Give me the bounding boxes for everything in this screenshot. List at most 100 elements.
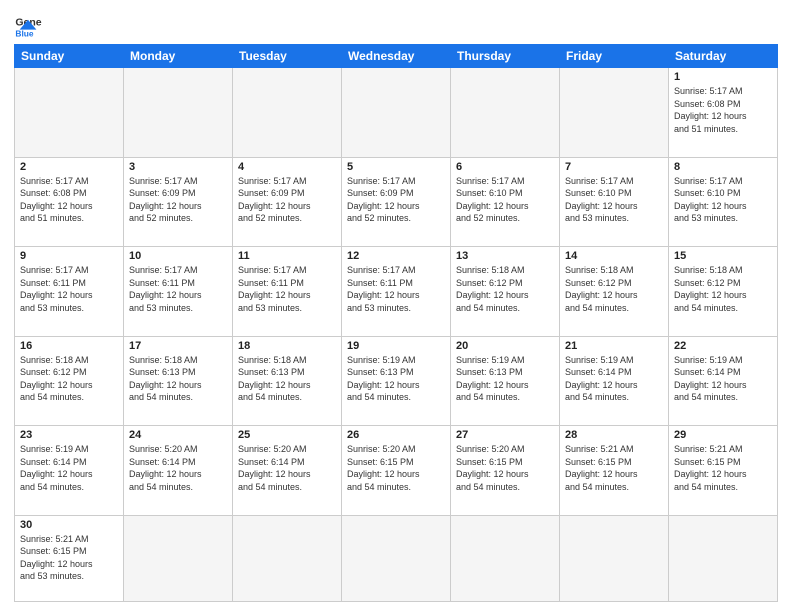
header-friday: Friday bbox=[560, 45, 669, 68]
day-info: Sunrise: 5:21 AM Sunset: 6:15 PM Dayligh… bbox=[565, 443, 663, 493]
calendar-cell: 16 Sunrise: 5:18 AM Sunset: 6:12 PM Dayli… bbox=[15, 336, 124, 426]
day-info: Sunrise: 5:19 AM Sunset: 6:14 PM Dayligh… bbox=[20, 443, 118, 493]
day-info: Sunrise: 5:17 AM Sunset: 6:08 PM Dayligh… bbox=[674, 85, 772, 135]
day-number: 14 bbox=[565, 250, 663, 262]
day-info: Sunrise: 5:18 AM Sunset: 6:12 PM Dayligh… bbox=[20, 354, 118, 404]
day-info: Sunrise: 5:17 AM Sunset: 6:11 PM Dayligh… bbox=[129, 264, 227, 314]
day-number: 30 bbox=[20, 519, 118, 531]
svg-text:Blue: Blue bbox=[15, 29, 33, 38]
calendar-cell: 5Sunrise: 5:17 AM Sunset: 6:09 PM Daylig… bbox=[342, 157, 451, 247]
calendar-cell: 11 Sunrise: 5:17 AM Sunset: 6:11 PM Dayli… bbox=[233, 247, 342, 337]
calendar-cell bbox=[342, 68, 451, 158]
day-info: Sunrise: 5:17 AM Sunset: 6:08 PM Dayligh… bbox=[20, 175, 118, 225]
day-number: 1 bbox=[674, 71, 772, 83]
calendar-cell: 25 Sunrise: 5:20 AM Sunset: 6:14 PM Dayli… bbox=[233, 426, 342, 516]
day-info: Sunrise: 5:18 AM Sunset: 6:13 PM Dayligh… bbox=[129, 354, 227, 404]
day-number: 28 bbox=[565, 429, 663, 441]
day-info: Sunrise: 5:17 AM Sunset: 6:11 PM Dayligh… bbox=[238, 264, 336, 314]
calendar-cell: 4Sunrise: 5:17 AM Sunset: 6:09 PM Daylig… bbox=[233, 157, 342, 247]
calendar-cell bbox=[233, 515, 342, 601]
day-info: Sunrise: 5:20 AM Sunset: 6:15 PM Dayligh… bbox=[347, 443, 445, 493]
day-info: Sunrise: 5:17 AM Sunset: 6:11 PM Dayligh… bbox=[20, 264, 118, 314]
calendar-cell bbox=[560, 515, 669, 601]
day-number: 4 bbox=[238, 161, 336, 173]
calendar-cell: 7 Sunrise: 5:17 AM Sunset: 6:10 PM Daylig… bbox=[560, 157, 669, 247]
day-info: Sunrise: 5:20 AM Sunset: 6:14 PM Dayligh… bbox=[238, 443, 336, 493]
calendar-cell: 2Sunrise: 5:17 AM Sunset: 6:08 PM Daylig… bbox=[15, 157, 124, 247]
calendar-cell: 20 Sunrise: 5:19 AM Sunset: 6:13 PM Dayli… bbox=[451, 336, 560, 426]
day-number: 29 bbox=[674, 429, 772, 441]
calendar-cell: 24Sunrise: 5:20 AM Sunset: 6:14 PM Dayli… bbox=[124, 426, 233, 516]
calendar-cell bbox=[669, 515, 778, 601]
day-number: 16 bbox=[20, 340, 118, 352]
day-number: 23 bbox=[20, 429, 118, 441]
calendar-cell bbox=[451, 515, 560, 601]
calendar-cell: 28 Sunrise: 5:21 AM Sunset: 6:15 PM Dayli… bbox=[560, 426, 669, 516]
header-monday: Monday bbox=[124, 45, 233, 68]
day-number: 15 bbox=[674, 250, 772, 262]
calendar-cell bbox=[124, 515, 233, 601]
day-number: 12 bbox=[347, 250, 445, 262]
calendar-table: Sunday Monday Tuesday Wednesday Thursday… bbox=[14, 44, 778, 602]
day-info: Sunrise: 5:17 AM Sunset: 6:11 PM Dayligh… bbox=[347, 264, 445, 314]
calendar-cell: 22Sunrise: 5:19 AM Sunset: 6:14 PM Dayli… bbox=[669, 336, 778, 426]
day-info: Sunrise: 5:20 AM Sunset: 6:15 PM Dayligh… bbox=[456, 443, 554, 493]
calendar-cell: 30 Sunrise: 5:21 AM Sunset: 6:15 PM Dayli… bbox=[15, 515, 124, 601]
day-number: 8 bbox=[674, 161, 772, 173]
calendar-cell: 6 Sunrise: 5:17 AM Sunset: 6:10 PM Daylig… bbox=[451, 157, 560, 247]
calendar-cell: 8 Sunrise: 5:17 AM Sunset: 6:10 PM Daylig… bbox=[669, 157, 778, 247]
day-number: 9 bbox=[20, 250, 118, 262]
day-number: 6 bbox=[456, 161, 554, 173]
calendar-cell: 19Sunrise: 5:19 AM Sunset: 6:13 PM Dayli… bbox=[342, 336, 451, 426]
day-number: 27 bbox=[456, 429, 554, 441]
day-info: Sunrise: 5:21 AM Sunset: 6:15 PM Dayligh… bbox=[20, 533, 118, 583]
day-number: 10 bbox=[129, 250, 227, 262]
calendar-cell bbox=[451, 68, 560, 158]
calendar-cell bbox=[15, 68, 124, 158]
day-info: Sunrise: 5:18 AM Sunset: 6:12 PM Dayligh… bbox=[674, 264, 772, 314]
day-number: 20 bbox=[456, 340, 554, 352]
day-info: Sunrise: 5:17 AM Sunset: 6:10 PM Dayligh… bbox=[565, 175, 663, 225]
header-thursday: Thursday bbox=[451, 45, 560, 68]
generalblue-logo-icon: General Blue bbox=[14, 10, 42, 38]
calendar-cell: 15 Sunrise: 5:18 AM Sunset: 6:12 PM Dayli… bbox=[669, 247, 778, 337]
day-number: 11 bbox=[238, 250, 336, 262]
day-number: 18 bbox=[238, 340, 336, 352]
calendar-cell: 27 Sunrise: 5:20 AM Sunset: 6:15 PM Dayli… bbox=[451, 426, 560, 516]
day-number: 25 bbox=[238, 429, 336, 441]
day-number: 22 bbox=[674, 340, 772, 352]
day-info: Sunrise: 5:19 AM Sunset: 6:13 PM Dayligh… bbox=[456, 354, 554, 404]
calendar-cell bbox=[560, 68, 669, 158]
day-info: Sunrise: 5:21 AM Sunset: 6:15 PM Dayligh… bbox=[674, 443, 772, 493]
day-info: Sunrise: 5:17 AM Sunset: 6:10 PM Dayligh… bbox=[456, 175, 554, 225]
calendar-header-row: Sunday Monday Tuesday Wednesday Thursday… bbox=[15, 45, 778, 68]
day-info: Sunrise: 5:17 AM Sunset: 6:10 PM Dayligh… bbox=[674, 175, 772, 225]
calendar-cell: 13Sunrise: 5:18 AM Sunset: 6:12 PM Dayli… bbox=[451, 247, 560, 337]
day-number: 5 bbox=[347, 161, 445, 173]
header-wednesday: Wednesday bbox=[342, 45, 451, 68]
day-number: 7 bbox=[565, 161, 663, 173]
header-tuesday: Tuesday bbox=[233, 45, 342, 68]
day-info: Sunrise: 5:20 AM Sunset: 6:14 PM Dayligh… bbox=[129, 443, 227, 493]
logo: General Blue bbox=[14, 10, 46, 38]
calendar-cell: 26 Sunrise: 5:20 AM Sunset: 6:15 PM Dayli… bbox=[342, 426, 451, 516]
day-info: Sunrise: 5:19 AM Sunset: 6:13 PM Dayligh… bbox=[347, 354, 445, 404]
header: General Blue bbox=[14, 10, 778, 38]
day-info: Sunrise: 5:18 AM Sunset: 6:12 PM Dayligh… bbox=[456, 264, 554, 314]
calendar-cell: 18Sunrise: 5:18 AM Sunset: 6:13 PM Dayli… bbox=[233, 336, 342, 426]
day-info: Sunrise: 5:18 AM Sunset: 6:12 PM Dayligh… bbox=[565, 264, 663, 314]
day-number: 26 bbox=[347, 429, 445, 441]
header-saturday: Saturday bbox=[669, 45, 778, 68]
calendar-cell: 21 Sunrise: 5:19 AM Sunset: 6:14 PM Dayli… bbox=[560, 336, 669, 426]
calendar-cell: 29 Sunrise: 5:21 AM Sunset: 6:15 PM Dayli… bbox=[669, 426, 778, 516]
day-info: Sunrise: 5:19 AM Sunset: 6:14 PM Dayligh… bbox=[565, 354, 663, 404]
day-number: 17 bbox=[129, 340, 227, 352]
day-number: 21 bbox=[565, 340, 663, 352]
calendar-cell bbox=[342, 515, 451, 601]
header-sunday: Sunday bbox=[15, 45, 124, 68]
page: General Blue Sunday Monday Tuesday Wedne… bbox=[0, 0, 792, 612]
calendar-cell: 23 Sunrise: 5:19 AM Sunset: 6:14 PM Dayli… bbox=[15, 426, 124, 516]
calendar-cell: 9 Sunrise: 5:17 AM Sunset: 6:11 PM Daylig… bbox=[15, 247, 124, 337]
calendar-cell: 3Sunrise: 5:17 AM Sunset: 6:09 PM Daylig… bbox=[124, 157, 233, 247]
day-info: Sunrise: 5:17 AM Sunset: 6:09 PM Dayligh… bbox=[129, 175, 227, 225]
